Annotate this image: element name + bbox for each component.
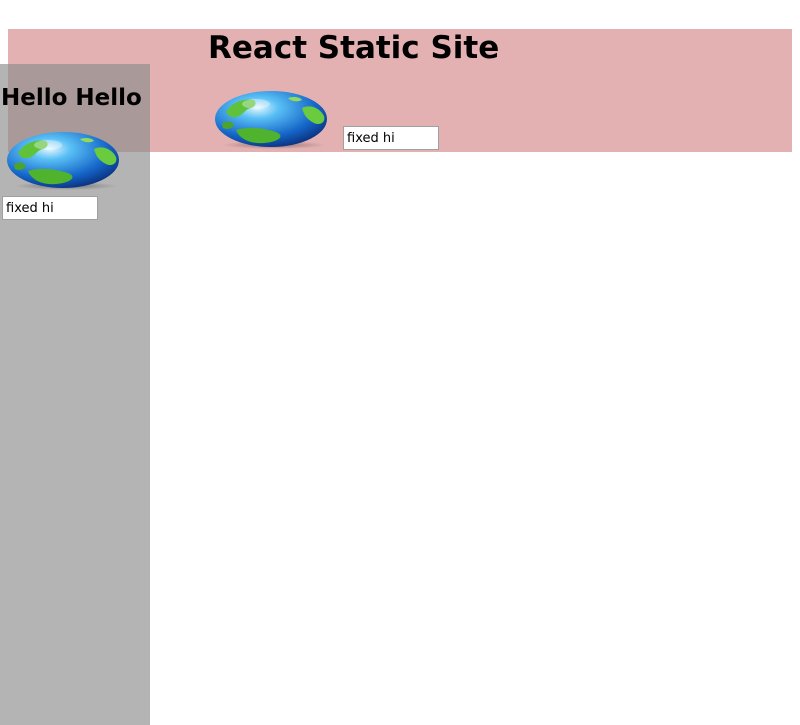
globe-icon — [7, 132, 119, 190]
fixed-input[interactable] — [343, 126, 439, 150]
page-title: React Static Site — [208, 30, 500, 66]
sidebar-fixed-input[interactable] — [2, 196, 98, 220]
sidebar-title: Hello Hello — [1, 85, 142, 111]
globe-icon — [215, 91, 327, 149]
